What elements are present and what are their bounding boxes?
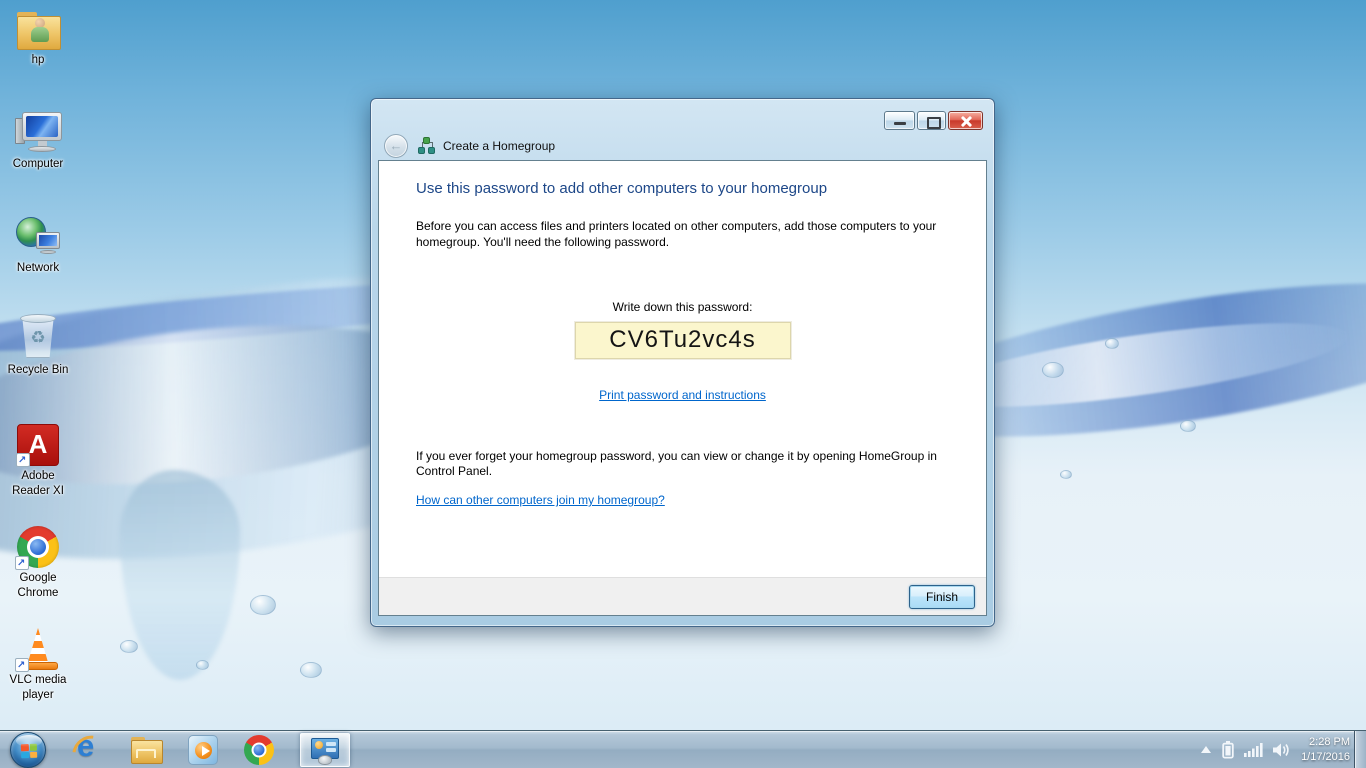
forget-note: If you ever forget your homegroup passwo… <box>416 449 944 481</box>
desktop-icon-label: VLC media player <box>6 673 70 702</box>
clock-date: 1/17/2016 <box>1301 750 1350 765</box>
network-icon <box>14 216 62 258</box>
shortcut-arrow-icon <box>15 556 29 570</box>
password-box[interactable]: CV6Tu2vc4s <box>575 322 791 359</box>
maximize-button[interactable] <box>917 111 946 130</box>
desktop-icon-computer[interactable]: Computer <box>0 112 76 172</box>
desktop-icon-label: Google Chrome <box>6 571 70 600</box>
show-desktop-button[interactable] <box>1354 731 1366 768</box>
wizard-body: Use this password to add other computers… <box>379 161 986 577</box>
wallpaper-droplet <box>120 640 138 653</box>
desktop-icon-vlc[interactable]: VLC media player <box>0 628 76 702</box>
wallpaper-droplet <box>1180 420 1196 432</box>
password-label: Write down this password: <box>416 300 949 314</box>
clock-time: 2:28 PM <box>1301 735 1350 750</box>
desktop-background[interactable]: hp Computer Network Recycle Bin Adobe Re… <box>0 0 1366 768</box>
tray-expand-icon <box>1200 746 1212 754</box>
wallpaper-droplet <box>1060 470 1072 479</box>
shortcut-arrow-icon <box>16 453 30 467</box>
window-navbar: Create a Homegroup <box>378 132 987 159</box>
recycle-bin-icon <box>19 312 57 360</box>
network-signal-icon <box>1244 742 1263 757</box>
taskbar-windows-explorer[interactable] <box>130 737 162 763</box>
volume-icon <box>1273 742 1291 758</box>
taskbar-media-player[interactable] <box>188 735 218 765</box>
taskbar-internet-explorer[interactable] <box>72 734 104 766</box>
desktop-icon-label: hp <box>32 53 45 68</box>
vlc-icon <box>17 628 59 670</box>
battery-tray-icon[interactable] <box>1222 741 1234 759</box>
window-client-area: Use this password to add other computers… <box>378 160 987 616</box>
desktop-icon-label: Computer <box>13 157 64 172</box>
adobe-reader-icon <box>17 424 59 466</box>
desktop-icon-hp[interactable]: hp <box>0 10 76 68</box>
start-button[interactable] <box>10 732 46 768</box>
battery-icon <box>1222 741 1234 759</box>
desktop-icon-label: Recycle Bin <box>8 363 69 378</box>
desktop-icon-recycle-bin[interactable]: Recycle Bin <box>0 312 76 378</box>
window-title: Create a Homegroup <box>443 139 555 153</box>
wallpaper-droplet <box>196 660 209 670</box>
taskbar-clock[interactable]: 2:28 PM 1/17/2016 <box>1301 735 1350 765</box>
minimize-button[interactable] <box>884 111 915 130</box>
windows-flag-icon <box>21 743 37 758</box>
finish-button[interactable]: Finish <box>909 585 975 609</box>
print-password-link[interactable]: Print password and instructions <box>599 388 766 402</box>
desktop-icon-adobe-reader[interactable]: Adobe Reader XI <box>0 424 76 498</box>
computer-icon <box>14 112 62 154</box>
close-button[interactable] <box>948 111 983 130</box>
create-homegroup-window: Create a Homegroup Use this password to … <box>370 98 995 627</box>
desktop-icon-network[interactable]: Network <box>0 216 76 276</box>
wallpaper-droplet <box>1042 362 1064 378</box>
wallpaper-droplet <box>1105 338 1119 349</box>
network-tray-icon[interactable] <box>1244 742 1263 757</box>
chrome-icon <box>17 526 59 568</box>
wallpaper-droplet <box>300 662 322 678</box>
taskbar-chrome[interactable] <box>244 735 274 765</box>
wizard-footer: Finish <box>379 577 986 615</box>
desktop-icon-google-chrome[interactable]: Google Chrome <box>0 526 76 600</box>
wallpaper-drip <box>120 470 240 680</box>
desktop-icon-label: Network <box>17 261 59 276</box>
taskbar-homegroup-window-button[interactable] <box>300 733 350 767</box>
taskbar: 2:28 PM 1/17/2016 <box>0 730 1366 768</box>
wallpaper-droplet <box>250 595 276 615</box>
shortcut-arrow-icon <box>15 658 29 672</box>
back-button[interactable] <box>384 134 408 158</box>
join-homegroup-help-link[interactable]: How can other computers join my homegrou… <box>416 493 665 507</box>
user-folder-icon <box>14 10 62 50</box>
homegroup-window-icon <box>311 738 339 762</box>
homegroup-icon <box>419 138 434 153</box>
intro-text: Before you can access files and printers… <box>416 219 944 251</box>
desktop-icon-label: Adobe Reader XI <box>6 469 70 498</box>
volume-tray-icon[interactable] <box>1273 742 1291 758</box>
tray-expand-button[interactable] <box>1200 746 1212 754</box>
wizard-heading: Use this password to add other computers… <box>416 180 949 197</box>
